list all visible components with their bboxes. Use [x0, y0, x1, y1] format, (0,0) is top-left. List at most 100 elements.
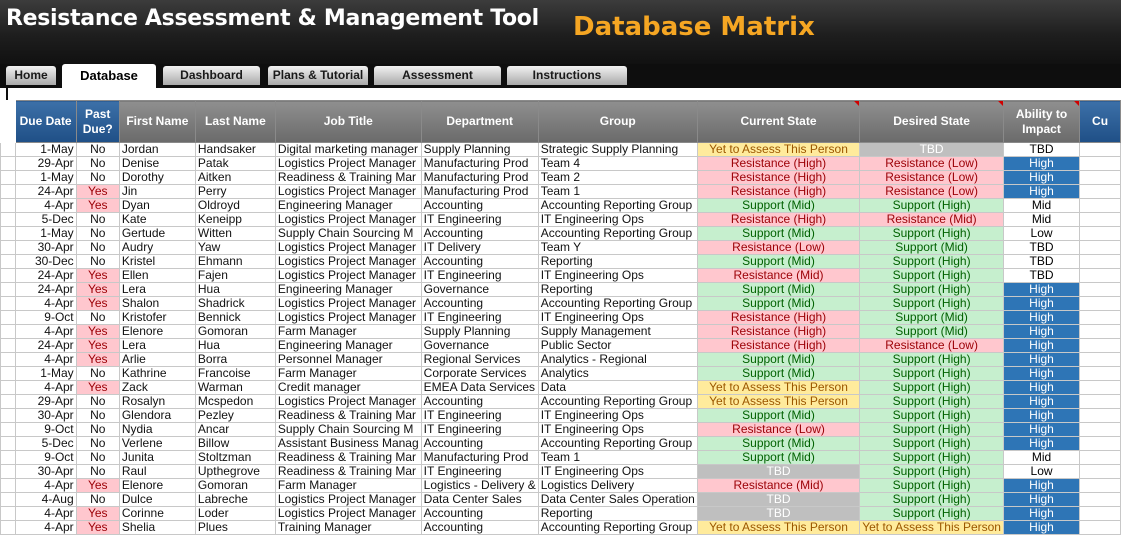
cell-due-date[interactable]: 4-Apr: [14, 520, 77, 535]
cell-last-name[interactable]: Francoise: [194, 366, 276, 381]
cell-ability-to-impact[interactable]: TBD: [1002, 240, 1081, 255]
cell-desired-state[interactable]: Support (High): [859, 478, 1004, 493]
cell-ability-to-impact[interactable]: High: [1002, 296, 1081, 311]
cell-department[interactable]: Manufacturing Prod: [420, 450, 539, 465]
cell-first-name[interactable]: Elenore: [118, 324, 196, 339]
cell-ability-to-impact[interactable]: TBD: [1002, 268, 1081, 283]
cell-first-name[interactable]: Ellen: [118, 268, 196, 283]
cell-cu[interactable]: [1079, 240, 1121, 255]
cell-ability-to-impact[interactable]: Low: [1002, 464, 1081, 479]
cell-desired-state[interactable]: Support (Mid): [859, 310, 1004, 325]
cell-due-date[interactable]: 29-Apr: [14, 156, 77, 171]
cell-first-name[interactable]: Kathrine: [118, 366, 196, 381]
cell-first-name[interactable]: Lera: [118, 282, 196, 297]
cell-current-state[interactable]: TBD: [696, 492, 861, 507]
cell-group[interactable]: Supply Management: [537, 324, 698, 339]
cell-job-title[interactable]: Logistics Project Manager: [274, 254, 422, 269]
cell-due-date[interactable]: 9-Oct: [14, 310, 77, 325]
cell-first-name[interactable]: Nydia: [118, 422, 196, 437]
cell-department[interactable]: Governance: [420, 338, 539, 353]
cell-group[interactable]: Strategic Supply Planning: [537, 142, 698, 157]
cell-cu[interactable]: [1079, 310, 1121, 325]
cell-past-due[interactable]: Yes: [75, 338, 120, 353]
cell-current-state[interactable]: Resistance (High): [696, 170, 861, 185]
cell-ability-to-impact[interactable]: High: [1002, 380, 1081, 395]
cell-last-name[interactable]: Gomoran: [194, 478, 276, 493]
cell-past-due[interactable]: Yes: [75, 478, 120, 493]
cell-department[interactable]: Supply Planning: [420, 142, 539, 157]
tab-database[interactable]: Database: [62, 64, 156, 88]
cell-due-date[interactable]: 4-Apr: [14, 352, 77, 367]
cell-ability-to-impact[interactable]: Mid: [1002, 198, 1081, 213]
cell-desired-state[interactable]: Support (High): [859, 366, 1004, 381]
cell-last-name[interactable]: Gomoran: [194, 324, 276, 339]
cell-due-date[interactable]: 9-Oct: [14, 450, 77, 465]
cell-first-name[interactable]: Verlene: [118, 436, 196, 451]
cell-cu[interactable]: [1079, 338, 1121, 353]
cell-first-name[interactable]: Glendora: [118, 408, 196, 423]
cell-due-date[interactable]: 5-Dec: [14, 212, 77, 227]
cell-group[interactable]: Reporting: [537, 506, 698, 521]
cell-job-title[interactable]: Credit manager: [274, 380, 422, 395]
cell-group[interactable]: Team Y: [537, 240, 698, 255]
cell-current-state[interactable]: Resistance (Low): [696, 422, 861, 437]
cell-group[interactable]: Accounting Reporting Group: [537, 296, 698, 311]
cell-current-state[interactable]: Resistance (High): [696, 156, 861, 171]
cell-first-name[interactable]: Dyan: [118, 198, 196, 213]
cell-last-name[interactable]: Warman: [194, 380, 276, 395]
cell-job-title[interactable]: Digital marketing manager: [274, 142, 422, 157]
cell-job-title[interactable]: Engineering Manager: [274, 198, 422, 213]
cell-ability-to-impact[interactable]: High: [1002, 352, 1081, 367]
cell-due-date[interactable]: 24-Apr: [14, 282, 77, 297]
cell-department[interactable]: Regional Services: [420, 352, 539, 367]
cell-group[interactable]: IT Engineering Ops: [537, 464, 698, 479]
cell-cu[interactable]: [1079, 184, 1121, 199]
cell-cu[interactable]: [1079, 394, 1121, 409]
cell-desired-state[interactable]: Support (High): [859, 380, 1004, 395]
cell-due-date[interactable]: 30-Apr: [14, 240, 77, 255]
cell-due-date[interactable]: 30-Dec: [14, 254, 77, 269]
cell-department[interactable]: Manufacturing Prod: [420, 184, 539, 199]
cell-desired-state[interactable]: Support (High): [859, 492, 1004, 507]
cell-due-date[interactable]: 4-Aug: [14, 492, 77, 507]
cell-department[interactable]: Accounting: [420, 506, 539, 521]
cell-group[interactable]: Logistics Delivery: [537, 478, 698, 493]
cell-desired-state[interactable]: Support (High): [859, 506, 1004, 521]
cell-current-state[interactable]: Support (Mid): [696, 436, 861, 451]
col-department[interactable]: Department: [420, 100, 539, 143]
cell-current-state[interactable]: Support (Mid): [696, 366, 861, 381]
cell-last-name[interactable]: Witten: [194, 226, 276, 241]
cell-desired-state[interactable]: Support (High): [859, 352, 1004, 367]
cell-job-title[interactable]: Supply Chain Sourcing M: [274, 422, 422, 437]
cell-group[interactable]: IT Engineering Ops: [537, 408, 698, 423]
cell-department[interactable]: Accounting: [420, 198, 539, 213]
cell-group[interactable]: IT Engineering Ops: [537, 310, 698, 325]
cell-past-due[interactable]: No: [75, 450, 120, 465]
cell-past-due[interactable]: Yes: [75, 198, 120, 213]
cell-group[interactable]: Accounting Reporting Group: [537, 436, 698, 451]
cell-current-state[interactable]: TBD: [696, 506, 861, 521]
cell-job-title[interactable]: Logistics Project Manager: [274, 184, 422, 199]
cell-group[interactable]: Team 1: [537, 184, 698, 199]
cell-past-due[interactable]: No: [75, 310, 120, 325]
cell-cu[interactable]: [1079, 492, 1121, 507]
cell-cu[interactable]: [1079, 408, 1121, 423]
cell-ability-to-impact[interactable]: Mid: [1002, 212, 1081, 227]
cell-first-name[interactable]: Lera: [118, 338, 196, 353]
cell-cu[interactable]: [1079, 268, 1121, 283]
cell-cu[interactable]: [1079, 212, 1121, 227]
cell-department[interactable]: IT Engineering: [420, 408, 539, 423]
cell-current-state[interactable]: Resistance (Low): [696, 240, 861, 255]
col-ability-to-impact[interactable]: Ability to Impact: [1002, 100, 1081, 143]
cell-past-due[interactable]: No: [75, 240, 120, 255]
cell-cu[interactable]: [1079, 156, 1121, 171]
cell-department[interactable]: EMEA Data Services: [420, 380, 539, 395]
cell-current-state[interactable]: Resistance (High): [696, 212, 861, 227]
cell-last-name[interactable]: Handsaker: [194, 142, 276, 157]
cell-due-date[interactable]: 4-Apr: [14, 506, 77, 521]
cell-department[interactable]: Supply Planning: [420, 324, 539, 339]
cell-current-state[interactable]: Resistance (High): [696, 338, 861, 353]
cell-desired-state[interactable]: Support (Mid): [859, 324, 1004, 339]
cell-cu[interactable]: [1079, 450, 1121, 465]
cell-cu[interactable]: [1079, 198, 1121, 213]
